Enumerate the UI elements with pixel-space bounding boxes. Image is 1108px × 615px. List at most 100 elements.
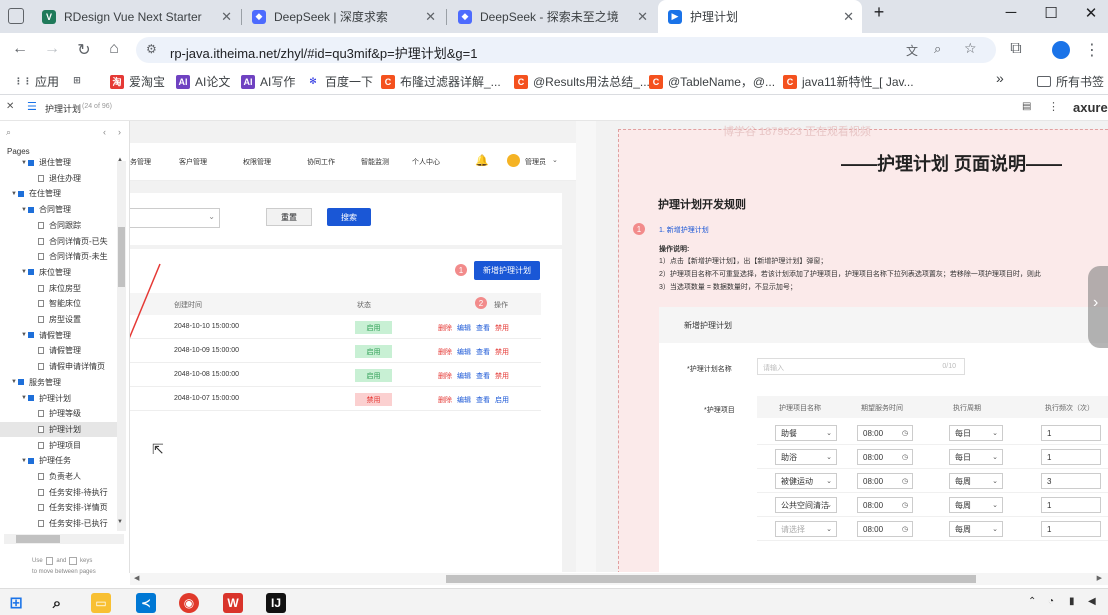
scrollbar-thumb[interactable] [118,227,125,287]
vscode-icon[interactable]: ≺ [136,593,156,613]
service-time-picker[interactable]: 08:00 ◷ [857,497,913,513]
profile-avatar[interactable] [1052,41,1070,59]
row-action-link[interactable]: 禁用 [495,371,509,381]
frequency-input[interactable]: 1 [1041,497,1101,513]
row-action-link[interactable]: 删除 [438,371,452,381]
close-icon[interactable]: ✕ [637,9,648,25]
cycle-select[interactable]: 每周 ⌄ [949,521,1003,537]
row-action-link[interactable]: 删除 [438,323,452,333]
bookmark-ai-paper[interactable]: AI AI论文 [176,73,230,90]
translate-icon[interactable]: 文 [906,42,918,59]
page-item[interactable]: 护理计划 [0,421,118,437]
page-item[interactable]: 护理等级 [0,406,118,421]
row-action-link[interactable]: 编辑 [457,347,471,357]
caret-down-icon[interactable]: ▼ [10,379,18,385]
user-name[interactable]: 管理员 [525,157,546,167]
scroll-right-icon[interactable]: ▶ [1097,574,1102,582]
caret-down-icon[interactable]: ▼ [20,458,28,464]
page-item[interactable]: 智能床位 [0,296,118,311]
bookmark-baidu[interactable]: ✻ 百度一下 [306,73,373,90]
page-item[interactable]: 任务安排-待执行 [0,485,118,500]
service-time-picker[interactable]: 08:00 ◷ [857,473,913,489]
folder-item[interactable]: ▼ 合同管理 [0,202,118,217]
page-item[interactable]: 退住办理 [0,171,118,186]
sitemap-menu-icon[interactable]: ☰ [27,100,37,113]
page-item[interactable]: 请假申请详情页 [0,359,118,374]
scrollbar-thumb[interactable] [446,575,976,583]
service-time-picker[interactable]: 08:00 ◷ [857,521,913,537]
item-name-select[interactable]: 被健运动 ⌄ [775,473,837,489]
folder-item[interactable]: ▼ 请假管理 [0,328,118,343]
caret-down-icon[interactable]: ▼ [20,395,28,401]
scroll-up-icon[interactable]: ▲ [117,157,123,163]
intellij-icon[interactable]: IJ [266,593,286,613]
notes-icon[interactable]: ▤ [1022,101,1031,112]
annotation-marker[interactable]: 2 [475,297,487,309]
folder-item[interactable]: ▼ 护理任务 [0,453,118,468]
forward-icon[interactable]: → [42,40,62,58]
row-action-link[interactable]: 编辑 [457,395,471,405]
close-icon[interactable]: ✕ [221,9,232,25]
window-close-button[interactable]: ✕ [1076,4,1106,22]
frequency-input[interactable]: 1 [1041,425,1101,441]
bookmark-results[interactable]: C @Results用法总结_... [514,73,650,90]
caret-down-icon[interactable]: ▼ [20,269,28,275]
zoom-icon[interactable]: ⌕ [934,41,941,57]
caret-down-icon[interactable]: ▼ [20,207,28,213]
row-action-link[interactable]: 禁用 [495,323,509,333]
folder-item[interactable]: ▼ 床位管理 [0,265,118,280]
page-item[interactable]: 任务安排-详情页 [0,500,118,515]
bell-icon[interactable]: 🔔 [475,154,489,167]
bookmark-grid[interactable]: ⊞ [70,73,89,87]
page-item[interactable]: 合同详情页-已失 [0,234,118,249]
wifi-icon[interactable]: ◔ [1048,596,1054,607]
frequency-input[interactable]: 1 [1041,521,1101,537]
caret-down-icon[interactable]: ▼ [10,191,18,197]
tab-deepseek-2[interactable]: ◆ DeepSeek - 探索未至之境 ✕ [448,0,656,33]
search-icon[interactable]: ⌕ [47,593,67,613]
next-arrow-button[interactable]: › [1088,266,1108,348]
cycle-select[interactable]: 每周 ⌄ [949,473,1003,489]
row-action-link[interactable]: 编辑 [457,323,471,333]
extensions-icon[interactable]: ⧉ [1006,40,1026,58]
page-item[interactable]: 请假管理 [0,343,118,358]
back-icon[interactable]: ← [10,40,30,58]
bookmark-apps[interactable]: ⋮⋮ 应用 [14,73,59,90]
close-icon[interactable]: ✕ [843,9,854,25]
close-sidebar-icon[interactable]: ✕ [6,101,14,112]
file-explorer-icon[interactable]: ▭ [91,593,111,613]
row-action-link[interactable]: 删除 [438,347,452,357]
row-action-link[interactable]: 查看 [476,371,490,381]
minimize-button[interactable]: ─ [996,4,1026,21]
menu-icon[interactable]: ⋮ [1082,40,1102,60]
page-item[interactable]: 房型设置 [0,312,118,327]
bookmark-java11[interactable]: Cjava11新特性_[ Jav... [783,73,914,90]
tab-deepseek-1[interactable]: ◆ DeepSeek | 深度求索 ✕ [242,0,444,33]
page-item[interactable]: 合同跟踪 [0,218,118,233]
service-time-picker[interactable]: 08:00 ◷ [857,425,913,441]
spec-item-link[interactable]: 1. 新增护理计划 [659,225,709,235]
address-bar[interactable]: ⚙ rp-java.itheima.net/zhyl/#id=qu3mif&p=… [136,37,996,63]
bookmark-bloom-filter[interactable]: C 布隆过滤器详解_... [381,73,501,90]
tab-active-nursing-plan[interactable]: ▶ 护理计划 ✕ [658,0,862,33]
page-item[interactable]: 护理项目 [0,438,118,453]
cycle-select[interactable]: 每日 ⌄ [949,449,1003,465]
tray-chevron-icon[interactable]: ⌃ [1028,596,1036,607]
cycle-select[interactable]: 每周 ⌄ [949,497,1003,513]
canvas-horizontal-scrollbar[interactable]: ◀ ▶ [130,573,1108,585]
bookmark-star-icon[interactable]: ☆ [964,40,977,57]
row-action-link[interactable]: 查看 [476,347,490,357]
caret-down-icon[interactable]: ▼ [20,160,28,166]
wps-icon[interactable]: W [223,593,243,613]
tree-scrollbar[interactable] [117,161,126,531]
folder-item[interactable]: ▼ 护理计划 [0,391,118,406]
annotation-marker[interactable]: 1 [455,264,467,276]
frequency-input[interactable]: 1 [1041,449,1101,465]
scroll-down-icon[interactable]: ▼ [117,519,123,525]
next-page-icon[interactable]: › [118,127,121,137]
prev-page-icon[interactable]: ‹ [103,127,106,137]
bookmark-aitaobao[interactable]: 淘爱淘宝 [110,73,165,90]
avatar[interactable] [507,154,520,167]
scroll-left-icon[interactable]: ◀ [134,574,139,582]
reload-icon[interactable]: ↻ [74,40,94,60]
